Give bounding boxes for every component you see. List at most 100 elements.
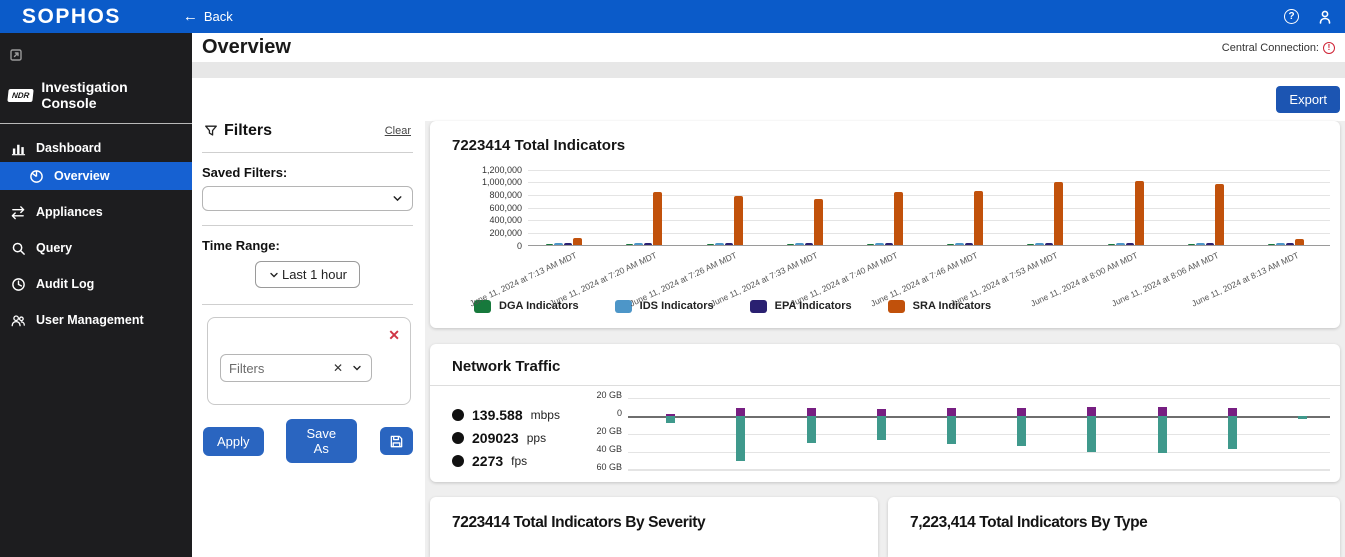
y-tick-label: 20 GB <box>596 390 622 400</box>
pie-chart-icon <box>28 169 44 184</box>
bar-epa-indicators <box>564 243 572 244</box>
collapse-row <box>0 33 192 71</box>
clear-filters-link[interactable]: Clear <box>385 125 411 137</box>
export-button[interactable]: Export <box>1276 86 1340 113</box>
users-icon <box>10 313 26 328</box>
legend-label: DGA Indicators <box>499 300 579 312</box>
stat-value: 209023 <box>472 430 519 446</box>
bar-sra-indicators <box>573 238 582 245</box>
sidebar-item-overview[interactable]: Overview <box>0 162 192 190</box>
scroll-strip <box>192 62 1345 78</box>
sidebar-nav: Dashboard Overview Appliances Query Audit Lo… <box>0 134 192 334</box>
connection-warning-icon[interactable]: ! <box>1323 42 1335 54</box>
sidebar-item-label: Overview <box>54 169 110 183</box>
remove-filter-group-icon[interactable]: ✕ <box>388 328 400 342</box>
bar-traffic-up <box>807 408 816 415</box>
help-icon[interactable]: ? <box>1284 9 1299 24</box>
stat-unit: mbps <box>531 408 560 422</box>
bar-traffic-down <box>736 416 745 461</box>
save-filter-button[interactable] <box>380 427 413 455</box>
bar-sra-indicators <box>894 192 903 244</box>
bar-ids-indicators <box>554 243 563 245</box>
bar-traffic-down <box>877 416 886 440</box>
bar-sra-indicators <box>1215 184 1224 244</box>
stat-unit: fps <box>511 454 527 468</box>
filter-buttons: Apply Save As <box>202 419 413 463</box>
topbar-actions: ? <box>1284 9 1333 25</box>
stat-dot-icon <box>452 409 464 421</box>
apply-button[interactable]: Apply <box>203 427 264 456</box>
bar-traffic-down <box>1087 416 1096 452</box>
chevron-down-icon <box>391 192 404 205</box>
top-bar: SOPHOS ← Back ? <box>0 0 1345 33</box>
bar-sra-indicators <box>1054 182 1063 244</box>
gridline <box>528 182 1330 183</box>
indicators-by-type-card: 7,223,414 Total Indicators By Type <box>888 497 1340 557</box>
central-connection-label: Central Connection: <box>1222 42 1319 54</box>
saved-filters-label: Saved Filters: <box>202 165 413 180</box>
indicators-y-axis: 1,200,0001,000,000800,000600,000400,0002… <box>452 170 528 246</box>
y-tick-label: 1,200,000 <box>482 165 522 175</box>
divider <box>202 152 413 153</box>
clear-field-icon[interactable]: ✕ <box>333 361 343 375</box>
bar-ids-indicators <box>634 243 643 245</box>
sidebar-item-user-management[interactable]: User Management <box>0 306 192 334</box>
sidebar-divider <box>0 123 192 124</box>
filter-field-select[interactable]: Filters ✕ <box>220 354 372 382</box>
legend-label: IDS Indicators <box>640 300 714 312</box>
filter-group-box: ✕ Filters ✕ <box>207 317 411 405</box>
bar-traffic-up <box>736 408 745 416</box>
bar-sra-indicators <box>653 192 662 245</box>
bar-ids-indicators <box>1196 243 1205 245</box>
body: NDR Investigation Console DashboardOverv… <box>0 33 1345 557</box>
saved-filters-select[interactable] <box>202 186 413 211</box>
bar-chart-icon <box>10 141 26 156</box>
floppy-disk-icon <box>389 434 404 449</box>
bar-epa-indicators <box>725 243 733 244</box>
back-button[interactable]: ← Back <box>183 9 233 24</box>
time-range-select[interactable]: Last 1 hour <box>255 261 360 288</box>
bar-traffic-up <box>1087 407 1096 416</box>
save-as-button[interactable]: Save As <box>286 419 357 463</box>
sophos-logo: SOPHOS <box>22 5 121 29</box>
gridline <box>628 434 1330 435</box>
y-tick-label: 20 GB <box>596 426 622 436</box>
indicators-chart: 1,200,0001,000,000800,000600,000400,0002… <box>452 170 1330 246</box>
stat-value: 139.588 <box>472 407 523 423</box>
sidebar-item-audit-log[interactable]: Audit Log <box>0 270 192 298</box>
bar-epa-indicators <box>1286 243 1294 244</box>
gridline <box>528 220 1330 221</box>
gridline <box>528 195 1330 196</box>
zero-axis-line <box>628 416 1330 418</box>
divider <box>430 385 1340 386</box>
user-account-icon[interactable] <box>1317 9 1333 25</box>
legend-item-sra-indicators: SRA Indicators <box>888 300 991 313</box>
content: Filters Clear Saved Filters: Time Range: <box>192 78 1345 557</box>
sidebar-item-query[interactable]: Query <box>0 234 192 262</box>
sidebar-item-appliances[interactable]: Appliances <box>0 198 192 226</box>
main-header: Overview Central Connection: ! <box>192 33 1345 62</box>
gridline <box>528 170 1330 171</box>
sidebar-item-label: Appliances <box>36 205 103 219</box>
network-y-axis: 20 GB020 GB40 GB60 GB <box>584 392 628 476</box>
bar-epa-indicators <box>1045 243 1053 244</box>
gridline <box>528 233 1330 234</box>
bar-ids-indicators <box>715 243 724 245</box>
bar-traffic-down <box>807 416 816 443</box>
bar-dga-indicators <box>1027 244 1034 245</box>
sidebar-item-dashboard[interactable]: Dashboard <box>0 134 192 162</box>
divider <box>202 225 413 226</box>
bar-traffic-down <box>666 416 675 423</box>
chevron-down-icon <box>268 269 280 281</box>
indicators-plot <box>528 170 1330 246</box>
central-connection: Central Connection: ! <box>1222 42 1335 54</box>
network-stat-pps: 209023pps <box>452 427 584 450</box>
back-arrow-icon: ← <box>183 9 198 24</box>
filters-title: Filters <box>224 122 272 140</box>
gridline <box>628 398 1330 399</box>
network-stats: 139.588mbps209023pps2273fps <box>452 392 584 476</box>
sidebar-item-label: User Management <box>36 313 144 327</box>
time-range-label: Time Range: <box>202 238 413 253</box>
bar-traffic-down <box>1228 416 1237 449</box>
collapse-sidebar-icon[interactable] <box>8 47 192 63</box>
